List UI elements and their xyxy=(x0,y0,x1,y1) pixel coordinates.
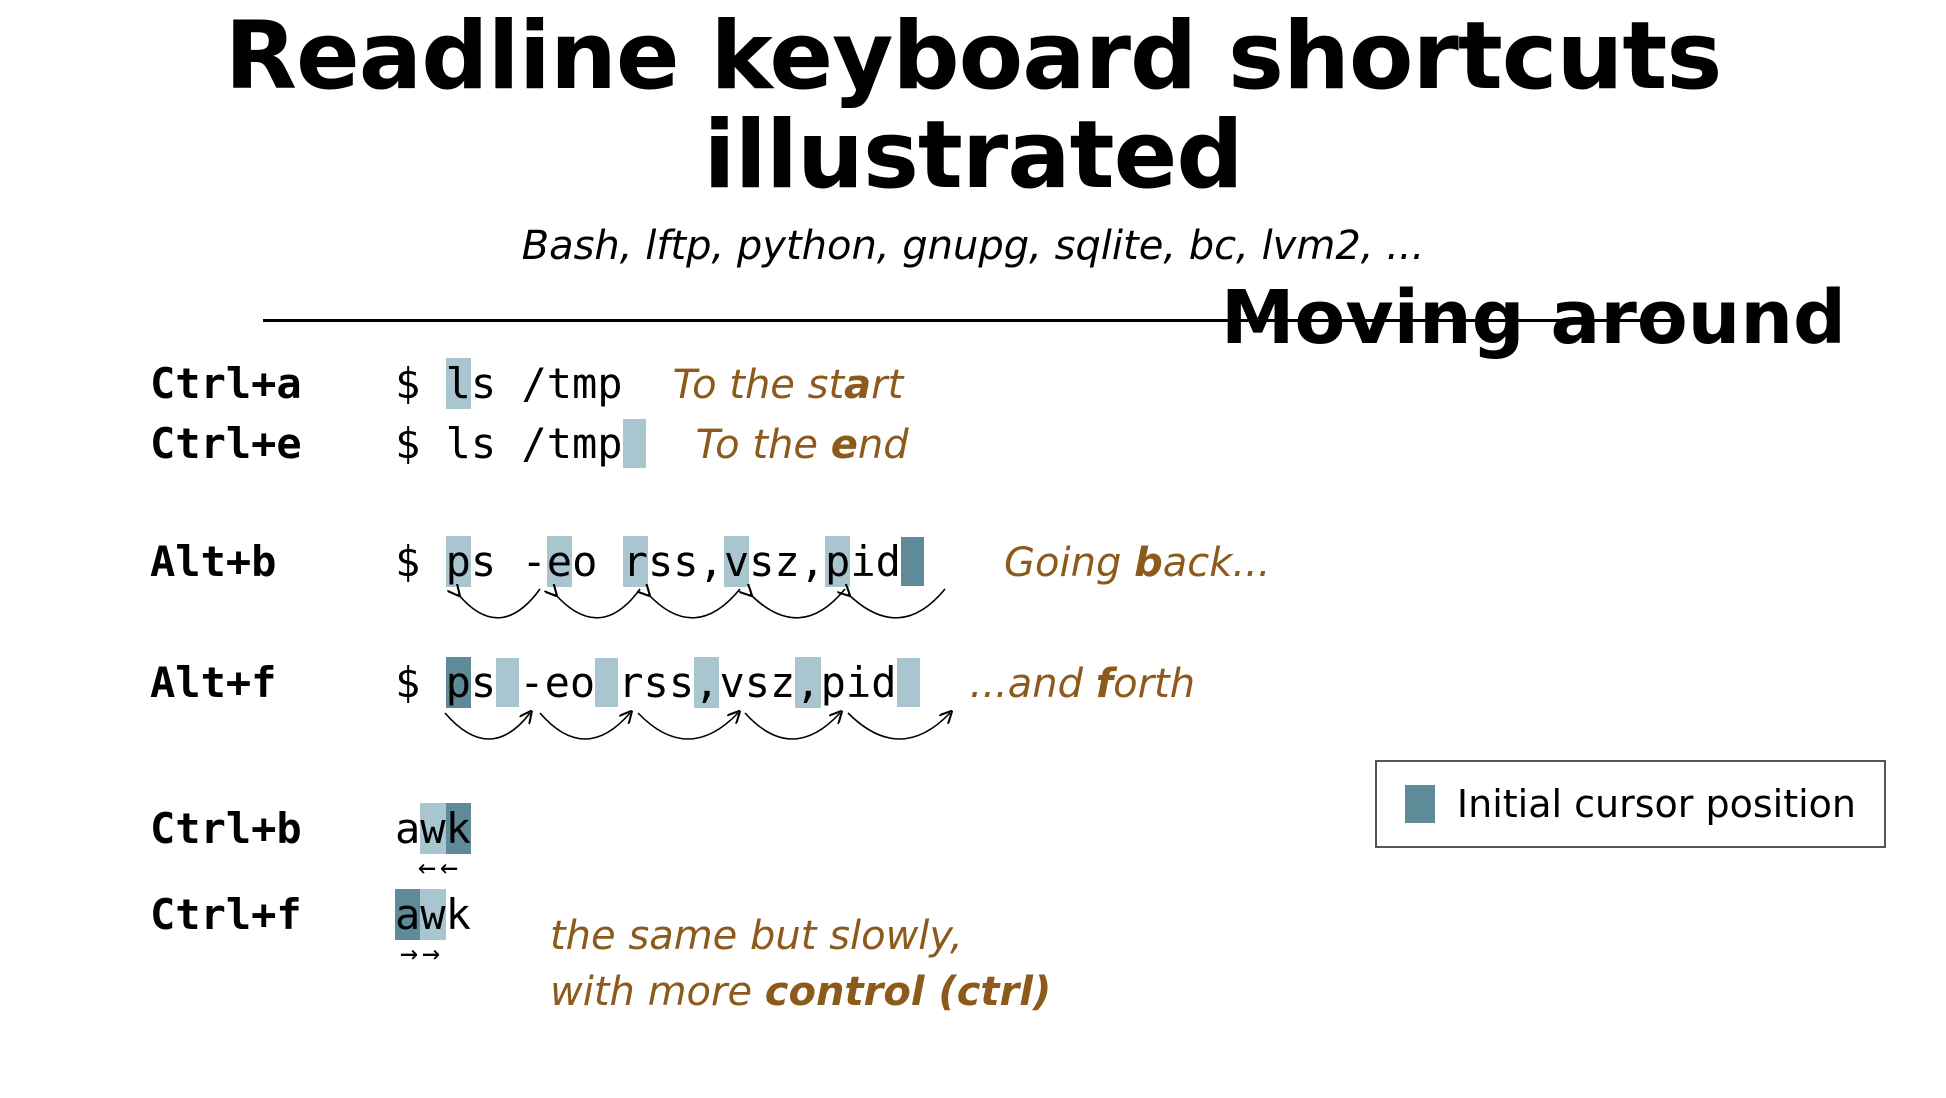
key-label: Ctrl+f xyxy=(150,890,395,939)
page: Readline keyboard shortcuts illustrated … xyxy=(0,0,1946,1098)
section-heading: Moving around xyxy=(1221,275,1846,361)
cursor-initial: k xyxy=(446,803,471,854)
command-example: awk xyxy=(395,803,471,854)
command-example: $ ls /tmp xyxy=(395,419,646,468)
cursor-initial: a xyxy=(395,889,420,940)
key-label: Alt+f xyxy=(150,658,395,707)
cursor-highlight: p xyxy=(446,536,471,587)
cursor-initial: p xyxy=(446,657,471,708)
key-label: Ctrl+b xyxy=(150,804,395,853)
page-subtitle: Bash, lftp, python, gnupg, sqlite, bc, l… xyxy=(0,223,1946,269)
description: To the end xyxy=(696,422,909,468)
cursor-highlight xyxy=(623,419,646,468)
legend-box: Initial cursor position xyxy=(1375,760,1886,848)
left-arrows-icon: ←← xyxy=(418,853,462,883)
description: Going back... xyxy=(1004,540,1271,586)
legend-label: Initial cursor position xyxy=(1457,782,1856,826)
command-example: $ ps -eo rss,vsz,pid xyxy=(395,657,920,708)
cursor-initial xyxy=(901,537,924,586)
row-ctrl-a: Ctrl+a $ ls /tmp To the start xyxy=(150,358,1271,409)
cursor-highlight: r xyxy=(623,536,648,587)
row-alt-b: Alt+b $ ps -eo rss,vsz,pid Going back... xyxy=(150,536,1271,587)
cursor-highlight xyxy=(595,658,618,707)
row-ctrl-b: Ctrl+b awk ←← xyxy=(150,803,1271,854)
cursor-highlight xyxy=(897,658,920,707)
cursor-highlight xyxy=(496,658,519,707)
description: To the start xyxy=(673,362,904,408)
cursor-highlight: l xyxy=(446,358,471,409)
command-example: $ ps -eo rss,vsz,pid xyxy=(395,536,924,587)
command-example: $ ls /tmp xyxy=(395,358,623,409)
cursor-highlight: e xyxy=(547,536,572,587)
cursor-highlight: , xyxy=(795,657,820,708)
command-example: awk xyxy=(395,889,471,940)
cursor-highlight: , xyxy=(694,657,719,708)
cursor-highlight: p xyxy=(825,536,850,587)
legend-swatch-icon xyxy=(1405,785,1435,823)
cursor-highlight: w xyxy=(420,803,445,854)
key-label: Ctrl+a xyxy=(150,359,395,408)
page-title: Readline keyboard shortcuts illustrated xyxy=(0,8,1946,205)
description-block: the same but slowly, with more control (… xyxy=(550,908,1051,1020)
key-label: Alt+b xyxy=(150,537,395,586)
key-label: Ctrl+e xyxy=(150,419,395,468)
shortcut-list: Ctrl+a $ ls /tmp To the start Ctrl+e $ l… xyxy=(150,358,1271,940)
row-alt-f: Alt+f $ ps -eo rss,vsz,pid ...and forth xyxy=(150,657,1271,708)
cursor-highlight: v xyxy=(724,536,749,587)
description: ...and forth xyxy=(970,661,1195,707)
cursor-highlight: w xyxy=(420,889,445,940)
row-ctrl-e: Ctrl+e $ ls /tmp To the end xyxy=(150,419,1271,468)
right-arrows-icon: →→ xyxy=(400,939,444,969)
